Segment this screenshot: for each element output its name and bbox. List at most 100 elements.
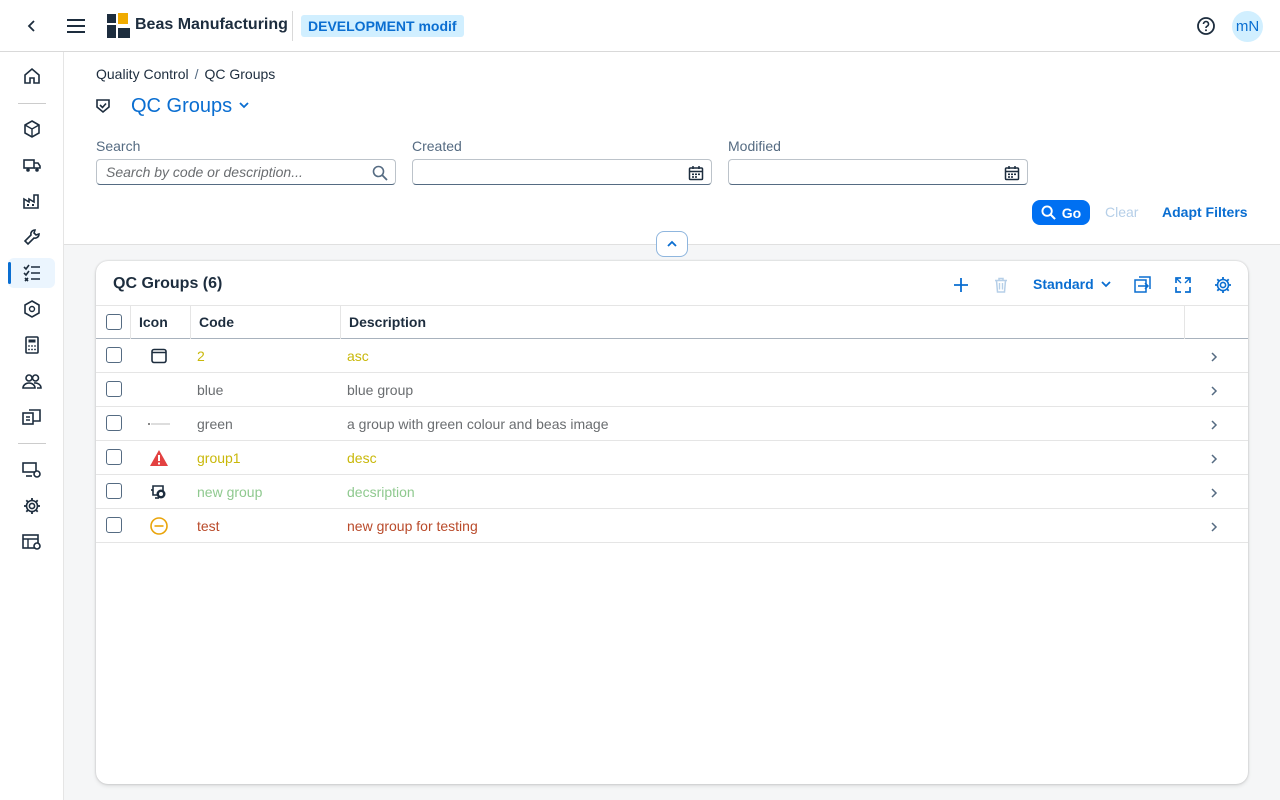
search-placeholder: Search by code or description... bbox=[106, 164, 303, 180]
column-header-description[interactable]: Description bbox=[340, 306, 1184, 339]
row-description: decsription bbox=[347, 484, 415, 500]
shell-separator bbox=[292, 11, 293, 41]
chevron-right-icon[interactable] bbox=[1208, 418, 1220, 430]
wrench-icon[interactable] bbox=[8, 222, 55, 252]
help-icon[interactable] bbox=[1196, 16, 1216, 36]
fullscreen-icon[interactable] bbox=[1173, 275, 1193, 295]
calendar-icon[interactable] bbox=[1004, 164, 1020, 181]
add-icon[interactable] bbox=[951, 275, 971, 295]
empty-icon-cell bbox=[148, 381, 170, 399]
select-all-checkbox[interactable] bbox=[106, 314, 122, 330]
table-row[interactable]: blue blue group bbox=[96, 373, 1248, 407]
search-label: Search bbox=[96, 138, 141, 154]
column-header-navigation bbox=[1184, 306, 1248, 339]
table-row[interactable]: 2 asc bbox=[96, 339, 1248, 373]
chevron-right-icon[interactable] bbox=[1208, 486, 1220, 498]
calculator-icon[interactable] bbox=[8, 330, 55, 360]
chevron-right-icon[interactable] bbox=[1208, 520, 1220, 532]
shell-bar: Beas Manufacturing DEVELOPMENT modif mN bbox=[0, 0, 1280, 52]
table-header-row: Icon Code Description bbox=[96, 305, 1248, 339]
go-button[interactable]: Go bbox=[1032, 200, 1090, 225]
page-title[interactable]: QC Groups bbox=[131, 95, 232, 118]
row-checkbox[interactable] bbox=[106, 381, 122, 397]
row-description: blue group bbox=[347, 382, 414, 398]
minus-circle-icon bbox=[148, 517, 170, 535]
menu-icon[interactable] bbox=[66, 16, 86, 36]
breadcrumb-parent[interactable]: Quality Control bbox=[96, 66, 189, 82]
back-icon[interactable] bbox=[22, 16, 42, 36]
product-cubes-icon[interactable] bbox=[8, 114, 55, 144]
brand-name: Beas Manufacturing bbox=[135, 16, 288, 33]
row-code: green bbox=[197, 416, 233, 432]
row-description: new group for testing bbox=[347, 518, 478, 534]
row-description: asc bbox=[347, 348, 369, 364]
search-icon bbox=[1041, 205, 1056, 220]
export-icon[interactable] bbox=[1133, 275, 1153, 295]
row-checkbox[interactable] bbox=[106, 517, 122, 533]
adapt-filters-button[interactable]: Adapt Filters bbox=[1162, 204, 1248, 220]
row-checkbox[interactable] bbox=[106, 449, 122, 465]
row-checkbox[interactable] bbox=[106, 347, 122, 363]
page-frame-icon bbox=[148, 347, 170, 365]
calendar-icon[interactable] bbox=[688, 164, 704, 181]
beas-logo-icon[interactable] bbox=[106, 13, 132, 39]
nav-divider bbox=[18, 443, 46, 444]
quality-checklist-icon[interactable] bbox=[8, 258, 55, 288]
search-input[interactable]: Search by code or description... bbox=[96, 159, 396, 185]
gear-icon[interactable] bbox=[8, 491, 55, 521]
variant-label: Standard bbox=[1033, 276, 1094, 292]
chevron-right-icon[interactable] bbox=[1208, 350, 1220, 362]
shipping-truck-icon[interactable] bbox=[8, 150, 55, 180]
row-code: blue bbox=[197, 382, 224, 398]
collapse-header-button[interactable] bbox=[656, 231, 688, 257]
row-description: a group with green colour and beas image bbox=[347, 416, 609, 432]
car-rental-icon bbox=[148, 483, 170, 501]
row-checkbox[interactable] bbox=[106, 483, 122, 499]
table-row[interactable]: group1 desc bbox=[96, 441, 1248, 475]
chevron-up-icon bbox=[667, 240, 677, 247]
table-row[interactable]: test new group for testing bbox=[96, 509, 1248, 543]
row-code: new group bbox=[197, 484, 263, 500]
variant-selector[interactable]: Standard bbox=[1033, 276, 1112, 292]
chevron-right-icon[interactable] bbox=[1208, 452, 1220, 464]
package-icon[interactable] bbox=[8, 294, 55, 324]
clear-button[interactable]: Clear bbox=[1105, 204, 1138, 220]
column-header-icon[interactable]: Icon bbox=[130, 306, 190, 339]
warning-triangle-icon bbox=[148, 449, 170, 467]
row-description: desc bbox=[347, 450, 377, 466]
beas-image-icon bbox=[148, 415, 170, 433]
modified-date-input[interactable] bbox=[728, 159, 1028, 185]
sales-document-icon[interactable] bbox=[8, 402, 55, 432]
table-settings-icon[interactable] bbox=[8, 527, 55, 557]
row-code: group1 bbox=[197, 450, 241, 466]
search-icon[interactable] bbox=[372, 164, 388, 181]
device-settings-icon[interactable] bbox=[8, 455, 55, 485]
created-label: Created bbox=[412, 138, 462, 154]
factory-icon[interactable] bbox=[8, 186, 55, 216]
nav-divider bbox=[18, 103, 46, 104]
page-header: Quality Control / QC Groups QC Groups Sear… bbox=[64, 52, 1280, 245]
chevron-down-icon[interactable] bbox=[237, 98, 253, 114]
avatar[interactable]: mN bbox=[1232, 11, 1263, 42]
row-checkbox[interactable] bbox=[106, 415, 122, 431]
breadcrumb: Quality Control / QC Groups bbox=[96, 66, 275, 82]
table-row[interactable]: green a group with green colour and beas … bbox=[96, 407, 1248, 441]
delete-icon[interactable] bbox=[991, 275, 1011, 295]
go-label: Go bbox=[1061, 204, 1082, 221]
breadcrumb-current: QC Groups bbox=[204, 66, 276, 82]
table-row[interactable]: new group decsription bbox=[96, 475, 1248, 509]
shield-check-icon bbox=[95, 98, 111, 114]
chevron-right-icon[interactable] bbox=[1208, 384, 1220, 396]
home-icon[interactable] bbox=[8, 61, 55, 91]
created-date-input[interactable] bbox=[412, 159, 712, 185]
people-group-icon[interactable] bbox=[8, 366, 55, 396]
side-navigation bbox=[0, 52, 64, 800]
chevron-down-icon bbox=[1101, 281, 1111, 288]
row-code: test bbox=[197, 518, 220, 534]
column-header-code[interactable]: Code bbox=[190, 306, 340, 339]
qc-groups-table-panel: QC Groups (6) Standard Icon Code Descrip… bbox=[96, 261, 1248, 784]
row-code: 2 bbox=[197, 348, 205, 364]
table-settings-icon[interactable] bbox=[1213, 275, 1233, 295]
table-title: QC Groups (6) bbox=[113, 275, 223, 292]
modified-label: Modified bbox=[728, 138, 781, 154]
